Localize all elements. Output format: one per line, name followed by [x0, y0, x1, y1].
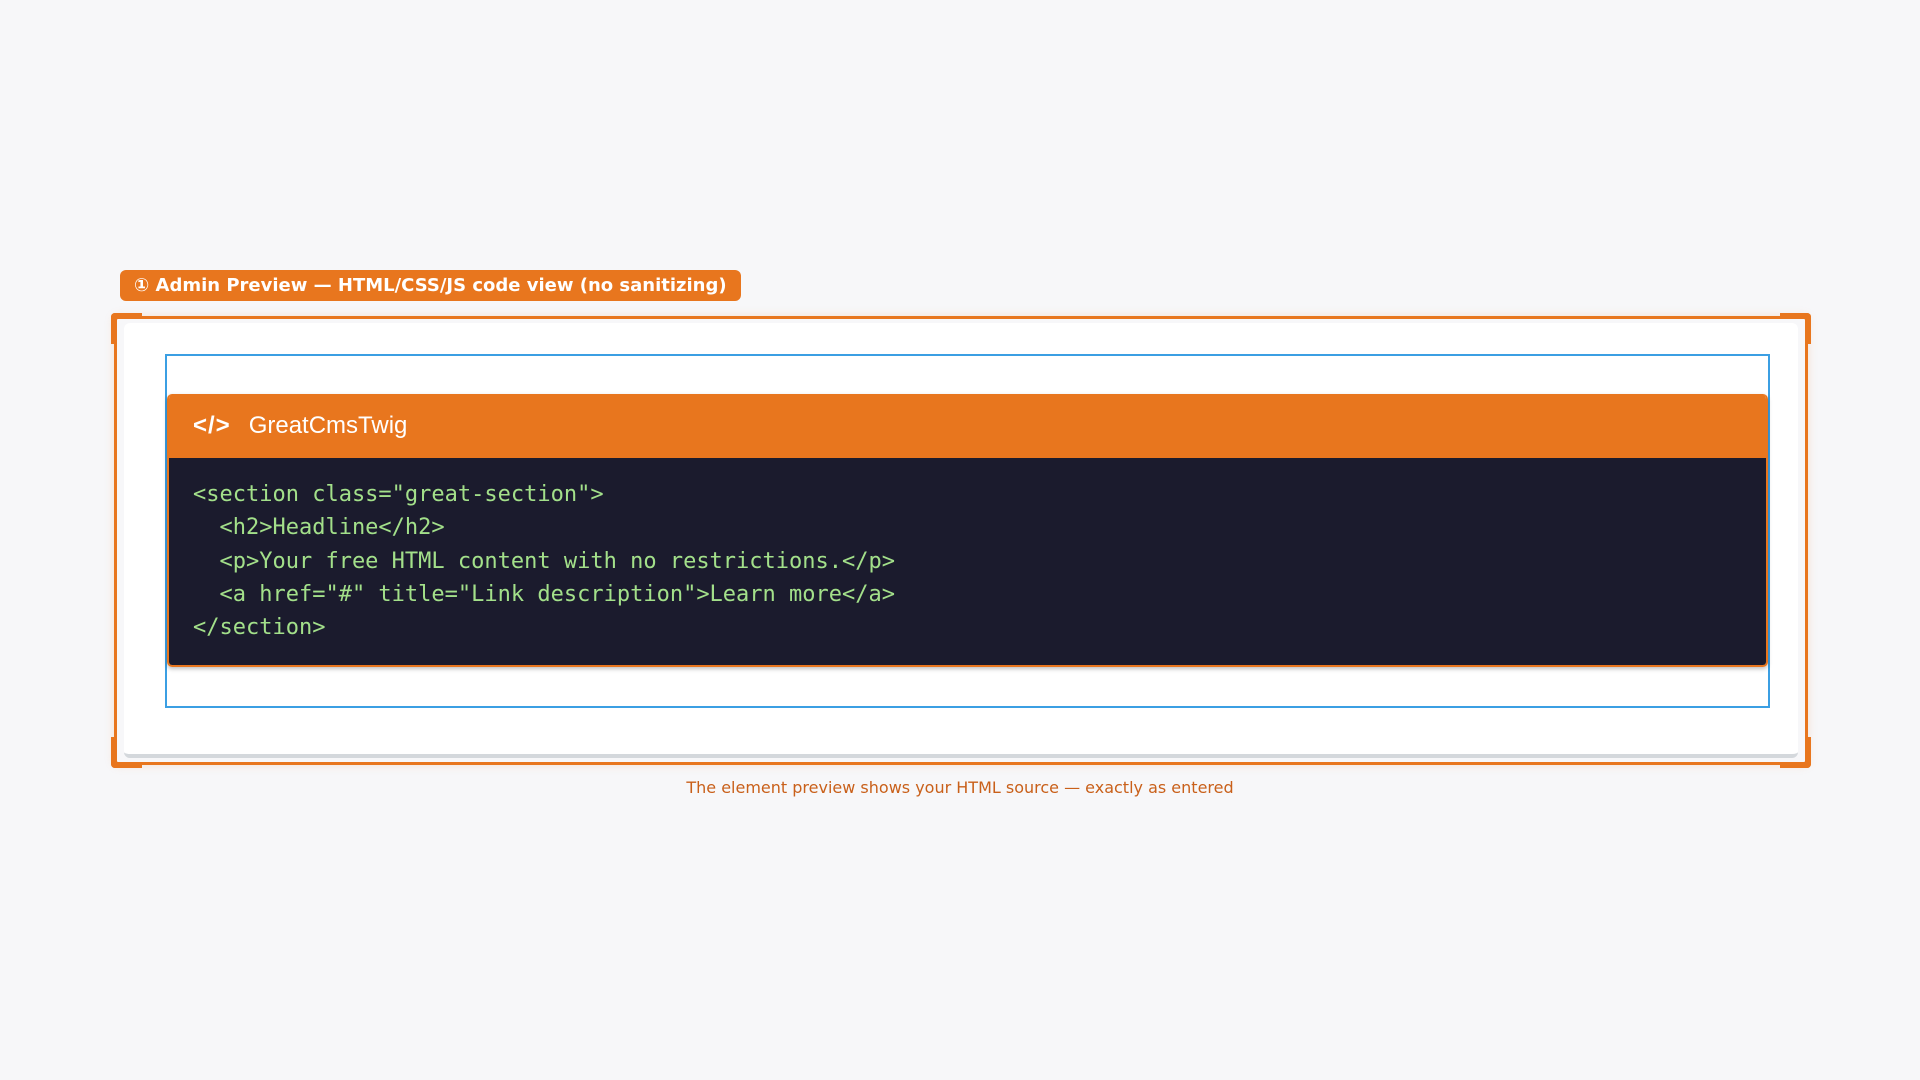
code-line: <section class="great-section">: [193, 482, 604, 507]
code-element[interactable]: </> GreatCmsTwig <section class="great-s…: [167, 394, 1768, 667]
frame-corner-bottom-left: [111, 737, 142, 768]
code-source-view: <section class="great-section"> <h2>Head…: [169, 458, 1766, 665]
code-element-title: GreatCmsTwig: [248, 412, 408, 439]
code-line: </section>: [193, 615, 326, 641]
code-line: <h2>Headline</h2>: [193, 515, 445, 541]
page: ① Admin Preview — HTML/CSS/JS code view …: [0, 0, 1920, 1080]
preview-caption: The element preview shows your HTML sour…: [686, 778, 1234, 797]
code-line: <a href="#" title="Link description">Lea…: [193, 581, 895, 607]
code-line: <p>Your free HTML content with no restri…: [193, 548, 895, 574]
frame-corner-bottom-right: [1780, 737, 1811, 768]
frame-corner-top-right: [1780, 313, 1811, 344]
frame-corner-top-left: [111, 313, 142, 344]
code-icon: </>: [193, 412, 231, 439]
code-element-header: </> GreatCmsTwig: [169, 394, 1766, 458]
admin-preview-badge: ① Admin Preview — HTML/CSS/JS code view …: [120, 270, 741, 301]
